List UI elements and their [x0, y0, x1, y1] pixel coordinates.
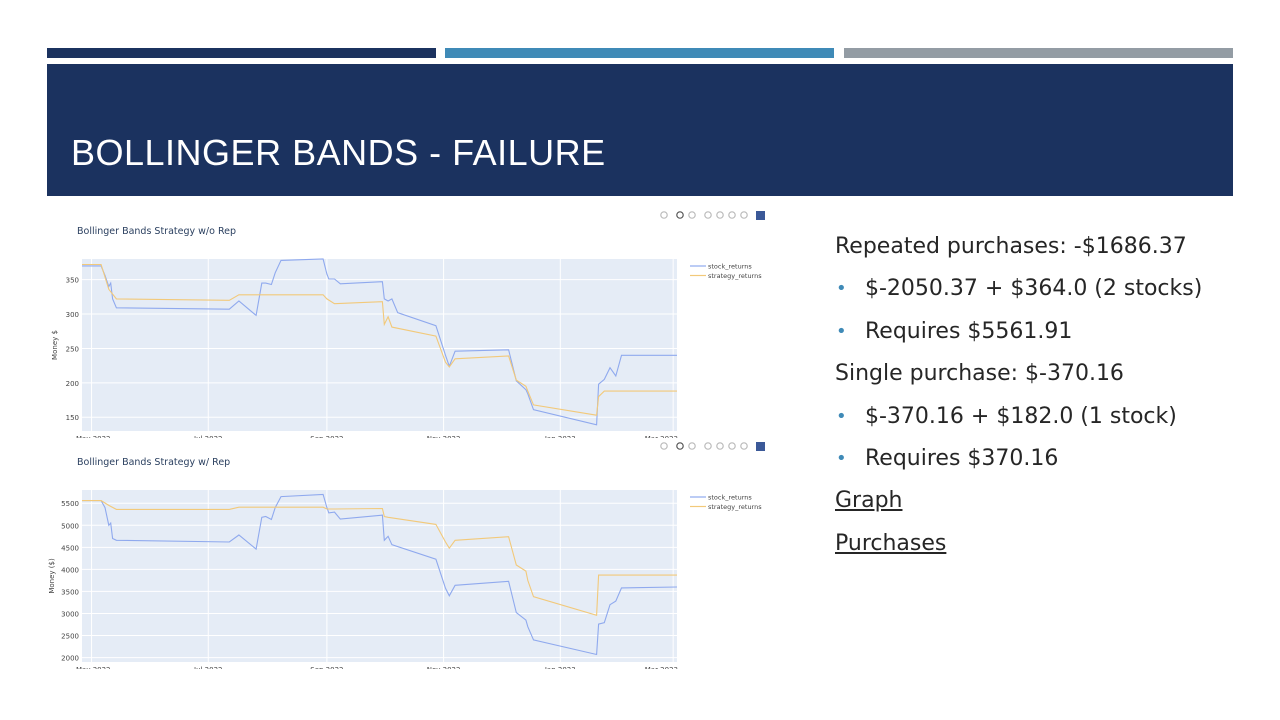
modebar [660, 442, 765, 451]
plotly-logo-box [756, 442, 765, 451]
plot-area [82, 259, 677, 431]
camera-icon-glyph [660, 211, 668, 219]
home-icon [740, 442, 748, 450]
bullet-item: • Requires $370.16 [835, 442, 1255, 484]
camera-icon [660, 442, 668, 450]
x-tick-label: May 2022 [76, 666, 111, 669]
zoom-out-icon [716, 442, 724, 450]
y-tick-label: 200 [66, 380, 79, 388]
bullet-item: • $-2050.37 + $364.0 (2 stocks) [835, 272, 1255, 314]
autoscale-icon-glyph [728, 211, 736, 219]
camera-icon-glyph [660, 442, 668, 450]
autoscale-icon-glyph [728, 442, 736, 450]
zoom-icon-glyph [676, 211, 684, 219]
y-tick-label: 4000 [61, 566, 79, 574]
home-icon-glyph [740, 442, 748, 450]
y-axis-label: Money $ [51, 330, 59, 360]
chart-with-rep: Bollinger Bands Strategy w/ Rep 2000 2500 3… [44, 437, 772, 669]
plotly-logo-icon [756, 442, 765, 451]
y-tick-label: 3000 [61, 610, 79, 618]
home-icon [740, 211, 748, 219]
accent-bar-gray [844, 48, 1233, 58]
bullet-item: • $-370.16 + $182.0 (1 stock) [835, 400, 1255, 442]
legend-label: strategy_returns [708, 272, 762, 280]
y-tick-label: 3500 [61, 588, 79, 596]
zoom-icon [676, 211, 684, 219]
y-tick-label: 350 [66, 277, 79, 285]
repeated-purchases-text: Repeated purchases: -$1686.37 [835, 234, 1187, 259]
zoom-in-icon [704, 211, 712, 219]
autoscale-icon [728, 442, 736, 450]
legend-label: stock_returns [708, 494, 752, 502]
accent-bar-dark [47, 48, 436, 58]
chart-title: Bollinger Bands Strategy w/ Rep [77, 457, 230, 468]
legend-label: stock_returns [708, 263, 752, 271]
autoscale-icon [728, 211, 736, 219]
x-tick-label: Nov 2022 [427, 666, 461, 669]
zoom-out-icon-glyph [716, 442, 724, 450]
plotly-logo-icon [756, 211, 765, 220]
bullet-dot-icon: • [836, 405, 847, 427]
pan-icon-glyph [688, 442, 696, 450]
y-tick-label: 2500 [61, 633, 79, 641]
y-tick-label: 250 [66, 345, 79, 353]
x-tick-label: Jul 2022 [193, 666, 223, 669]
x-tick-label: Mar 2023 [645, 666, 678, 669]
legend: stock_returnsstrategy_returns [690, 263, 762, 280]
zoom-in-icon-glyph [704, 442, 712, 450]
graph-link[interactable]: Graph [835, 488, 902, 513]
chart-1-svg: Bollinger Bands Strategy w/o Rep 150 200 25… [51, 211, 765, 438]
legend: stock_returnsstrategy_returns [690, 494, 762, 511]
bullet-dot-icon: • [836, 278, 847, 300]
y-tick-label: 300 [66, 311, 79, 319]
chart-title: Bollinger Bands Strategy w/o Rep [77, 226, 236, 237]
zoom-icon [676, 442, 684, 450]
bullet-list: Repeated purchases: -$1686.37 • $-2050.3… [835, 230, 1255, 569]
modebar [660, 211, 765, 220]
title-band: BOLLINGER BANDS - FAILURE [47, 64, 1233, 196]
repeated-calc-text: $-2050.37 + $364.0 (2 stocks) [865, 276, 1203, 302]
y-tick-label: 5000 [61, 522, 79, 530]
repeated-requires-text: Requires $5561.91 [865, 318, 1073, 344]
single-purchase-text: Single purchase: $-370.16 [835, 361, 1124, 387]
zoom-out-icon-glyph [716, 211, 724, 219]
pan-icon [688, 442, 696, 450]
home-icon-glyph [740, 211, 748, 219]
zoom-in-icon [704, 442, 712, 450]
bullet-dot-icon: • [836, 447, 847, 469]
accent-bar-blue [445, 48, 834, 58]
zoom-icon-glyph [676, 442, 684, 450]
y-axis-label: Money ($) [48, 558, 56, 594]
pan-icon [688, 211, 696, 219]
purchases-link[interactable]: Purchases [835, 531, 946, 556]
bullet-item: • Requires $5561.91 [835, 315, 1255, 357]
zoom-out-icon [716, 211, 724, 219]
y-tick-label: 4500 [61, 544, 79, 552]
camera-icon [660, 211, 668, 219]
single-calc-text: $-370.16 + $182.0 (1 stock) [865, 403, 1177, 429]
zoom-in-icon-glyph [704, 211, 712, 219]
plotly-logo-box [756, 211, 765, 220]
chart-without-rep: Bollinger Bands Strategy w/o Rep 150 200 25… [44, 206, 772, 438]
y-tick-label: 5500 [61, 500, 79, 508]
y-tick-label: 150 [66, 414, 79, 422]
x-tick-label: Jan 2023 [544, 666, 576, 669]
slide-title: BOLLINGER BANDS - FAILURE [71, 132, 606, 173]
bullet-dot-icon: • [836, 320, 847, 342]
single-requires-text: Requires $370.16 [865, 445, 1059, 471]
pan-icon-glyph [688, 211, 696, 219]
y-tick-label: 2000 [61, 655, 79, 663]
x-tick-label: Sep 2022 [310, 666, 343, 669]
legend-label: strategy_returns [708, 503, 762, 511]
chart-2-svg: Bollinger Bands Strategy w/ Rep 2000 2500 3… [48, 442, 765, 669]
graph-link-row: Graph [835, 484, 1255, 526]
purchases-link-row: Purchases [835, 527, 1255, 569]
